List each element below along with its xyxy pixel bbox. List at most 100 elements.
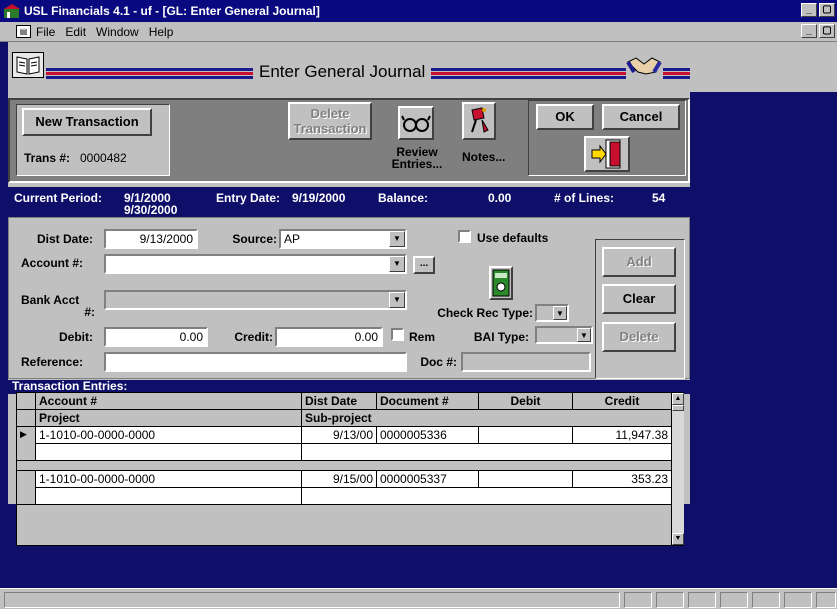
cancel-button[interactable]: Cancel (602, 104, 680, 130)
new-transaction-button[interactable]: New Transaction (22, 108, 152, 136)
status-pane (720, 592, 748, 608)
table-row-project[interactable] (36, 444, 302, 461)
account-select[interactable]: ▼ (104, 254, 407, 274)
check-rec-dropdown-icon[interactable]: ▼ (553, 306, 567, 320)
status-pane (656, 592, 684, 608)
menu-file[interactable]: File (36, 25, 55, 39)
table-row-credit[interactable]: 11,947.38 (573, 427, 672, 444)
app-logo-icon (4, 4, 20, 18)
minimize-button[interactable]: _ (801, 3, 817, 17)
table-row-sub-project[interactable] (302, 488, 672, 505)
status-pane (784, 592, 812, 608)
reference-field[interactable] (104, 352, 407, 372)
ok-button[interactable]: OK (536, 104, 594, 130)
title-bar: USL Financials 4.1 - uf - [GL: Enter Gen… (0, 0, 837, 22)
table-row-document[interactable]: 0000005337 (377, 471, 479, 488)
table-row-debit[interactable] (479, 427, 573, 444)
debit-field[interactable]: 0.00 (104, 327, 208, 347)
document-system-icon[interactable]: ▤ (16, 25, 31, 38)
source-value: AP (284, 232, 301, 246)
clear-button[interactable]: Clear (602, 284, 676, 314)
table-row-dist-date[interactable]: 9/15/00 (302, 471, 377, 488)
review-entries-button[interactable] (398, 106, 434, 140)
status-pane (816, 592, 836, 608)
col-header-account[interactable]: Account # (36, 393, 302, 410)
table-row-document[interactable]: 0000005336 (377, 427, 479, 444)
table-row-project[interactable] (36, 488, 302, 505)
table-row-sub-project[interactable] (302, 444, 672, 461)
dist-date-field[interactable]: 9/13/2000 (104, 229, 198, 249)
bai-type-select[interactable]: ▼ (535, 326, 593, 344)
row-selector[interactable] (17, 471, 36, 505)
menu-help[interactable]: Help (149, 25, 174, 39)
lines-value: 54 (652, 191, 666, 205)
table-row-account[interactable]: 1-1010-00-0000-0000 (36, 427, 302, 444)
notes-label: Notes... (462, 150, 506, 164)
check-rec-type-select[interactable]: ▼ (535, 304, 569, 322)
transaction-entries-grid[interactable]: Account # Dist Date Document # Debit Cre… (16, 392, 684, 546)
mdi-minimize-button[interactable]: _ (801, 24, 817, 38)
lines-label: # of Lines: (554, 191, 615, 205)
grid-vertical-scrollbar[interactable]: ▲ ▼ (672, 393, 684, 545)
maximize-button[interactable]: ▢ (819, 3, 835, 17)
bai-type-dropdown-icon[interactable]: ▼ (577, 328, 591, 342)
col-header-debit[interactable]: Debit (479, 393, 573, 410)
doc-number-label: Doc #: (420, 355, 457, 369)
reference-label: Reference: (21, 355, 84, 369)
status-pane (688, 592, 716, 608)
pushpin-icon (471, 107, 489, 133)
bai-type-label: BAI Type: (473, 330, 529, 344)
rem-checkbox[interactable] (391, 328, 404, 341)
doc-number-field[interactable] (461, 352, 591, 372)
source-select[interactable]: AP ▼ (279, 229, 407, 249)
credit-field[interactable]: 0.00 (275, 327, 383, 347)
account-lookup-button[interactable]: ... (413, 256, 435, 274)
scroll-down-icon[interactable]: ▼ (672, 533, 684, 545)
trans-number-value: 0000482 (80, 151, 127, 165)
bank-acct-dropdown-icon[interactable]: ▼ (389, 292, 405, 308)
handshake-icon (626, 50, 662, 80)
table-row-credit[interactable]: 353.23 (573, 471, 672, 488)
account-dropdown-icon[interactable]: ▼ (389, 256, 405, 272)
delete-line-button[interactable]: Delete (602, 322, 676, 352)
table-row-debit[interactable] (479, 471, 573, 488)
scroll-up-icon[interactable]: ▲ (672, 393, 684, 405)
status-message-pane (4, 592, 620, 608)
calculator-icon (492, 269, 510, 297)
mdi-maximize-button[interactable]: ▢ (819, 24, 835, 38)
col-header-document[interactable]: Document # (377, 393, 479, 410)
scroll-thumb[interactable] (672, 405, 684, 411)
bank-acct-select[interactable]: ▼ (104, 290, 407, 310)
col-header-project[interactable]: Project (36, 410, 302, 427)
account-label: Account #: (21, 256, 84, 270)
entry-panel: Dist Date: 9/13/2000 Source: AP ▼ Use de… (8, 217, 690, 379)
menu-bar: ▤ File Edit Window Help _ ▢ (0, 22, 837, 42)
col-header-dist-date[interactable]: Dist Date (302, 393, 377, 410)
dist-date-label: Dist Date: (36, 232, 93, 246)
col-header-credit[interactable]: Credit (573, 393, 672, 410)
table-row-account[interactable]: 1-1010-00-0000-0000 (36, 471, 302, 488)
check-rec-type-label: Check Rec Type: (437, 306, 533, 320)
row-selector-current-icon[interactable]: ▶ (17, 427, 36, 461)
source-dropdown-icon[interactable]: ▼ (389, 231, 405, 247)
table-row-dist-date[interactable]: 9/13/00 (302, 427, 377, 444)
delete-transaction-button[interactable]: Delete Transaction (288, 102, 372, 140)
menu-window[interactable]: Window (96, 25, 139, 39)
status-pane (752, 592, 780, 608)
app-status-bar (0, 588, 837, 609)
balance-label: Balance: (378, 191, 429, 205)
calculator-button[interactable] (489, 266, 513, 300)
menu-edit[interactable]: Edit (65, 25, 86, 39)
use-defaults-label: Use defaults (477, 231, 549, 245)
notes-button[interactable] (462, 102, 496, 140)
exit-door-button[interactable] (584, 136, 630, 172)
bank-acct-label: Bank Acct #: (21, 293, 95, 319)
col-header-sub-project[interactable]: Sub-project (302, 410, 672, 427)
entry-date-label: Entry Date: (216, 191, 281, 205)
debit-label: Debit: (59, 330, 93, 344)
general-journal-form: Enter General Journal New Transaction Tr… (8, 42, 690, 546)
add-button[interactable]: Add (602, 247, 676, 277)
use-defaults-checkbox[interactable] (458, 230, 471, 243)
period-end: 9/30/2000 (124, 203, 178, 217)
review-entries-label: Review Entries... (391, 145, 443, 171)
